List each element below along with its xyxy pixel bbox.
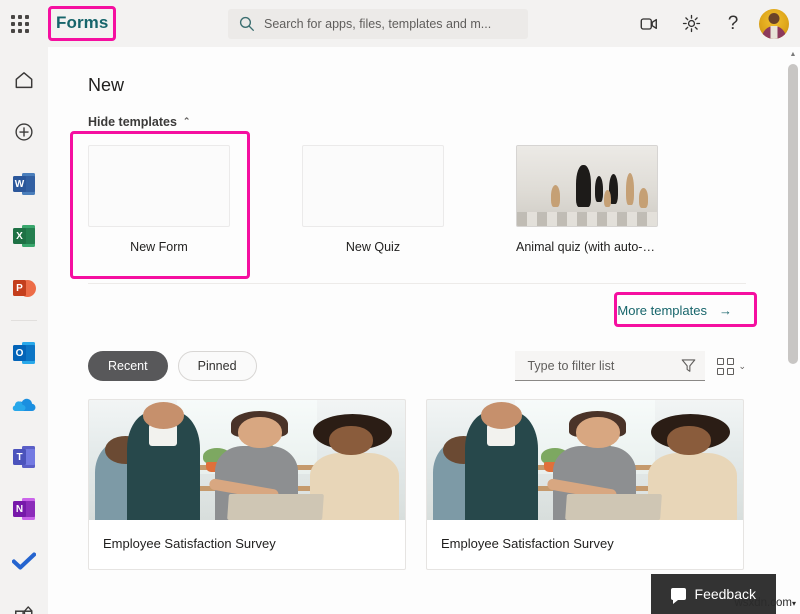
excel-letter: X xyxy=(13,228,26,244)
teams-letter: T xyxy=(13,449,26,465)
search-placeholder: Search for apps, files, templates and m.… xyxy=(264,17,491,31)
template-label: New Form xyxy=(88,240,230,254)
sidebar-item-all-apps[interactable] xyxy=(4,593,44,614)
filter-zone: Type to filter list ⌄ xyxy=(515,351,746,381)
powerpoint-icon: P xyxy=(13,277,35,299)
watermark-chevron: ▾ xyxy=(792,599,796,608)
list-toolbar: Recent Pinned Type to filter list ⌄ xyxy=(88,351,786,381)
funnel-icon xyxy=(680,357,697,374)
grid-view-icon xyxy=(717,358,734,375)
outlook-letter: O xyxy=(13,345,26,361)
sidebar-item-create[interactable] xyxy=(4,112,44,152)
template-card-animal-quiz[interactable]: Animal quiz (with auto-gra... xyxy=(516,145,658,254)
template-gallery: New Form New Quiz xyxy=(88,145,786,254)
tab-recent[interactable]: Recent xyxy=(88,351,168,381)
search-icon xyxy=(238,15,256,33)
form-card[interactable]: Employee Satisfaction Survey xyxy=(426,399,744,570)
sidebar-item-home[interactable] xyxy=(4,60,44,100)
more-templates-area: More templates → xyxy=(88,296,786,325)
sidebar-item-outlook[interactable]: O xyxy=(4,333,44,373)
form-card-title: Employee Satisfaction Survey xyxy=(427,520,743,569)
onenote-icon: N xyxy=(13,498,35,520)
sidebar-item-onenote[interactable]: N xyxy=(4,489,44,529)
word-letter: W xyxy=(13,176,26,192)
top-bar-actions: ? xyxy=(629,0,792,47)
check-icon xyxy=(12,551,36,571)
avatar[interactable] xyxy=(759,9,789,39)
section-divider xyxy=(88,283,746,284)
scroll-up-button[interactable]: ▲ xyxy=(786,47,800,61)
avatar-body xyxy=(762,26,786,39)
meet-now-icon xyxy=(639,15,659,33)
template-thumb-blank xyxy=(302,145,444,227)
global-search-input[interactable]: Search for apps, files, templates and m.… xyxy=(228,9,528,39)
question-icon: ? xyxy=(728,14,739,33)
waffle-grid-icon xyxy=(11,15,29,33)
top-app-bar: Forms Search for apps, files, templates … xyxy=(0,0,800,47)
watermark-text: wsxdn.com xyxy=(734,597,792,609)
sidebar-item-onedrive[interactable] xyxy=(4,385,44,425)
more-templates-label: More templates xyxy=(617,303,707,318)
form-card[interactable]: Employee Satisfaction Survey xyxy=(88,399,406,570)
vertical-scrollbar[interactable]: ▲ xyxy=(786,47,800,614)
sidebar-item-word[interactable]: W xyxy=(4,164,44,204)
apps-grid-icon xyxy=(13,602,35,614)
office-meeting-photo xyxy=(427,400,743,520)
filter-input[interactable]: Type to filter list xyxy=(515,351,705,381)
powerpoint-letter: P xyxy=(13,280,26,296)
sidebar-item-powerpoint[interactable]: P xyxy=(4,268,44,308)
watermark: wsxdn.com▾ xyxy=(734,597,796,609)
office-meeting-photo xyxy=(89,400,405,520)
forms-home-page: Forms Search for apps, files, templates … xyxy=(0,0,800,614)
onedrive-icon xyxy=(12,396,36,414)
list-tabs: Recent Pinned xyxy=(88,351,257,381)
word-icon: W xyxy=(13,173,35,195)
tab-pinned[interactable]: Pinned xyxy=(178,351,257,381)
chevron-up-icon: ⌃ xyxy=(183,116,191,127)
template-label: New Quiz xyxy=(302,240,444,254)
home-icon xyxy=(13,69,35,91)
sidebar-item-teams[interactable]: T xyxy=(4,437,44,477)
left-app-rail: W X P O xyxy=(0,47,48,614)
view-toggle-button[interactable]: ⌄ xyxy=(717,358,746,375)
onenote-letter: N xyxy=(13,501,26,517)
gear-icon xyxy=(682,14,701,33)
rail-divider xyxy=(11,320,37,321)
plus-circle-icon xyxy=(13,121,35,143)
settings-button[interactable] xyxy=(671,4,711,44)
sidebar-item-todo[interactable] xyxy=(4,541,44,581)
recent-forms-list: Employee Satisfaction Survey xyxy=(88,399,786,570)
template-card-new-form[interactable]: New Form xyxy=(88,145,230,254)
main-content: New Hide templates ⌃ New Form New Quiz xyxy=(48,47,786,614)
sidebar-item-excel[interactable]: X xyxy=(4,216,44,256)
arrow-right-icon: → xyxy=(719,303,732,318)
form-card-thumbnail xyxy=(89,400,405,520)
more-templates-button[interactable]: More templates → xyxy=(603,296,746,325)
outlook-icon: O xyxy=(13,342,35,364)
app-launcher-button[interactable] xyxy=(0,0,40,47)
template-thumb-chess xyxy=(516,145,658,227)
form-card-thumbnail xyxy=(427,400,743,520)
meet-now-button[interactable] xyxy=(629,4,669,44)
template-label: Animal quiz (with auto-gra... xyxy=(516,240,658,254)
scrollbar-thumb[interactable] xyxy=(788,64,798,364)
chevron-down-icon: ⌄ xyxy=(738,361,746,372)
template-thumb-blank xyxy=(88,145,230,227)
hide-templates-toggle[interactable]: Hide templates ⌃ xyxy=(88,115,190,129)
help-button[interactable]: ? xyxy=(713,4,753,44)
hide-templates-label: Hide templates xyxy=(88,115,177,129)
avatar-head xyxy=(769,13,780,24)
brand-area: Forms xyxy=(46,9,118,38)
teams-icon: T xyxy=(13,446,35,468)
forms-brand-link[interactable]: Forms xyxy=(46,9,118,38)
speech-bubble-icon xyxy=(671,588,686,600)
form-card-title: Employee Satisfaction Survey xyxy=(89,520,405,569)
filter-placeholder: Type to filter list xyxy=(527,359,680,373)
chess-floor xyxy=(517,212,657,226)
excel-icon: X xyxy=(13,225,35,247)
chess-photo xyxy=(517,146,657,226)
template-card-new-quiz[interactable]: New Quiz xyxy=(302,145,444,254)
page-title: New xyxy=(88,75,786,96)
